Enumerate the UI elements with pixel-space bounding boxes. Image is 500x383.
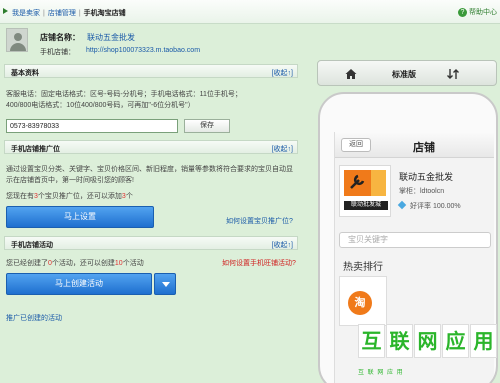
activity-header: 手机店铺活动 [收起↑]	[4, 236, 298, 250]
preview-rating: 好评率 100.00%	[397, 200, 461, 211]
top-bar: 我是卖家 | 店铺管理 | 手机淘宝店铺 ? 帮助中心	[0, 0, 500, 24]
breadcrumb: 我是卖家 | 店铺管理 | 手机淘宝店铺	[12, 8, 126, 18]
settings-panel: 店铺名称： 联动五金批发 手机店铺： http://shop100073323.…	[0, 24, 310, 383]
hot-ranking-title: 热卖排行	[343, 262, 383, 273]
promo-desc-1: 通过设置宝贝分类、关键字、宝贝价格区间、新旧程度，销量等参数将符合要求的宝贝自动…	[6, 166, 293, 173]
preview-toolbar: 标准版	[317, 60, 497, 86]
activity-count-text: 您已经创建了0个活动，还可以创建10个活动	[6, 259, 144, 269]
diamond-icon	[397, 200, 407, 210]
avatar	[6, 28, 28, 52]
activity-count-prefix: 您已经创建了	[6, 260, 48, 267]
create-activity-button[interactable]: 马上创建活动	[6, 273, 152, 295]
help-label: 帮助中心	[469, 9, 497, 16]
shop-name-link[interactable]: 联动五金批发	[87, 32, 135, 43]
breadcrumb-current: 手机淘宝店铺	[83, 10, 126, 17]
promo-count-mid: 个宝贝推广位，还可以添加	[37, 193, 122, 200]
phone-format-hint-2: 400/800电话格式：10位400/800号码，可再加"-6位分机号"）	[6, 102, 195, 109]
watermark-char: 网	[414, 324, 441, 358]
breadcrumb-arrow-icon	[3, 8, 8, 14]
create-activity-dropdown[interactable]	[154, 273, 176, 295]
activity-count-suffix: 个活动	[122, 260, 144, 267]
promo-count-prefix: 您现在有	[6, 193, 34, 200]
save-button[interactable]: 保存	[184, 119, 230, 133]
watermark-char: 互	[358, 324, 385, 358]
shop-name-label: 店铺名称：	[40, 33, 80, 42]
phone-format-hint-1: 客服电话：固定电话格式：区号-号码-分机号；手机电话格式：11位手机号；	[6, 91, 242, 98]
promo-count-text: 您现在有3个宝贝推广位，还可以添加3个	[6, 192, 133, 202]
activity-count-mid: 个活动，还可以创建	[51, 260, 115, 267]
promo-collapse[interactable]: [收起↑]	[272, 144, 293, 154]
breadcrumb-seller[interactable]: 我是卖家	[12, 10, 40, 17]
chevron-down-icon	[162, 282, 170, 287]
breadcrumb-store-manage[interactable]: 店铺管理	[48, 10, 76, 17]
shop-url-label: 手机店铺：	[40, 49, 75, 56]
home-icon[interactable]	[344, 67, 358, 81]
basic-info-collapse[interactable]: [收起↑]	[272, 68, 293, 78]
watermark-char: 应	[442, 324, 469, 358]
watermark-char: 联	[386, 324, 413, 358]
promo-count-suffix: 个	[125, 193, 133, 200]
how-set-promo-link[interactable]: 如何设置宝贝推广位?	[226, 217, 293, 227]
help-icon: ?	[458, 7, 467, 17]
activity-count-remaining: 10	[114, 260, 123, 267]
screen-header: 返回 店铺	[335, 132, 494, 158]
activity-title: 手机店铺活动	[11, 242, 53, 249]
preview-shop-owner: 掌柜：ldtoolcn	[399, 188, 445, 195]
how-set-activity-link[interactable]: 如何设置手机旺铺活动?	[222, 259, 296, 269]
shop-logo: 联动批发城	[339, 165, 391, 217]
promo-header: 手机店铺推广位 [收起↑]	[4, 140, 298, 154]
basic-info-header: 基本资料 [收起↑]	[4, 64, 298, 78]
shop-card: 联动批发城 联动五金批发 掌柜：ldtoolcn 好评率 100.00%	[335, 162, 494, 222]
shop-info: 店铺名称： 联动五金批发 手机店铺： http://shop100073323.…	[6, 28, 306, 58]
promo-title: 手机店铺推广位	[11, 146, 60, 153]
activity-collapse[interactable]: [收起↑]	[272, 240, 293, 250]
phone-input[interactable]	[6, 119, 178, 133]
shop-logo-text: 联动批发城	[344, 201, 388, 210]
watermark-sub: 互 联 网 应 用	[358, 370, 404, 376]
breadcrumb-sep: |	[43, 10, 45, 17]
set-promo-button[interactable]: 马上设置	[6, 206, 154, 228]
promo-desc-2: 示在店铺首页中，第一时间吸引您的顾客!	[6, 177, 134, 184]
hot-item[interactable]: 淘	[339, 276, 387, 326]
taobao-icon: 淘	[348, 291, 372, 315]
basic-info-title: 基本资料	[11, 70, 39, 77]
back-button[interactable]: 返回	[341, 138, 371, 152]
watermark-logo: 互 联 网 应 用 互 联 网 应 用	[352, 324, 500, 383]
shop-url-link[interactable]: http://shop100073323.m.taobao.com	[86, 47, 200, 54]
help-center-link[interactable]: ? 帮助中心	[458, 7, 497, 17]
preview-search-input[interactable]: 宝贝关键字	[339, 232, 491, 248]
preview-shop-name: 联动五金批发	[399, 172, 454, 182]
screen-title: 店铺	[413, 142, 435, 154]
watermark-char: 用	[470, 324, 497, 358]
breadcrumb-sep: |	[78, 10, 81, 17]
swap-icon[interactable]	[446, 67, 460, 81]
preview-mode-label: 标准版	[392, 70, 416, 79]
preview-rating-text: 好评率 100.00%	[410, 203, 461, 210]
wrench-icon	[350, 174, 365, 189]
created-activities-link[interactable]: 推广已创建的活动	[6, 314, 62, 324]
